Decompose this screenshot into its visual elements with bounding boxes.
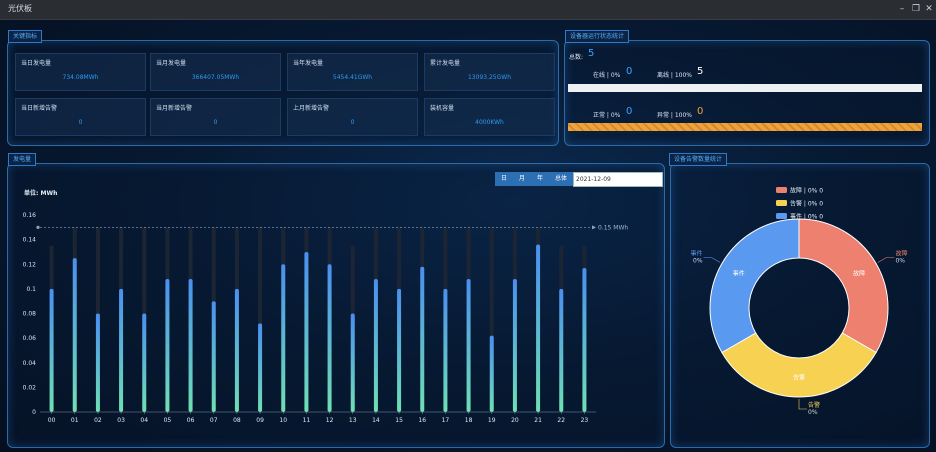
alarm-donut-chart: 故障故障0%告警告警0%事件事件0%故障 | 0% 0告警 | 0% 0事件 |…	[691, 187, 908, 417]
donut-slice	[798, 218, 889, 354]
slice-outer-name: 告警	[808, 401, 820, 409]
slice-outer-percent: 0%	[693, 258, 703, 265]
slice-inner-label: 故障	[853, 269, 865, 277]
legend-item: 告警 | 0% 0	[790, 200, 823, 208]
legend-swatch	[776, 200, 787, 206]
donut-slice	[709, 218, 800, 354]
slice-leader-line	[877, 257, 895, 263]
legend-swatch	[776, 187, 787, 193]
legend-swatch	[776, 213, 787, 219]
slice-inner-label: 事件	[733, 269, 745, 277]
slice-outer-percent: 0%	[808, 409, 818, 416]
slice-outer-name: 事件	[691, 250, 703, 258]
slice-leader-line	[703, 257, 721, 263]
slice-outer-name: 故障	[895, 250, 907, 258]
legend-item: 事件 | 0% 0	[790, 213, 823, 221]
slice-outer-percent: 0%	[895, 258, 905, 265]
legend-item: 故障 | 0% 0	[790, 187, 823, 195]
slice-leader-line	[798, 399, 807, 410]
donut-slice	[721, 332, 877, 398]
slice-inner-label: 告警	[793, 374, 805, 382]
